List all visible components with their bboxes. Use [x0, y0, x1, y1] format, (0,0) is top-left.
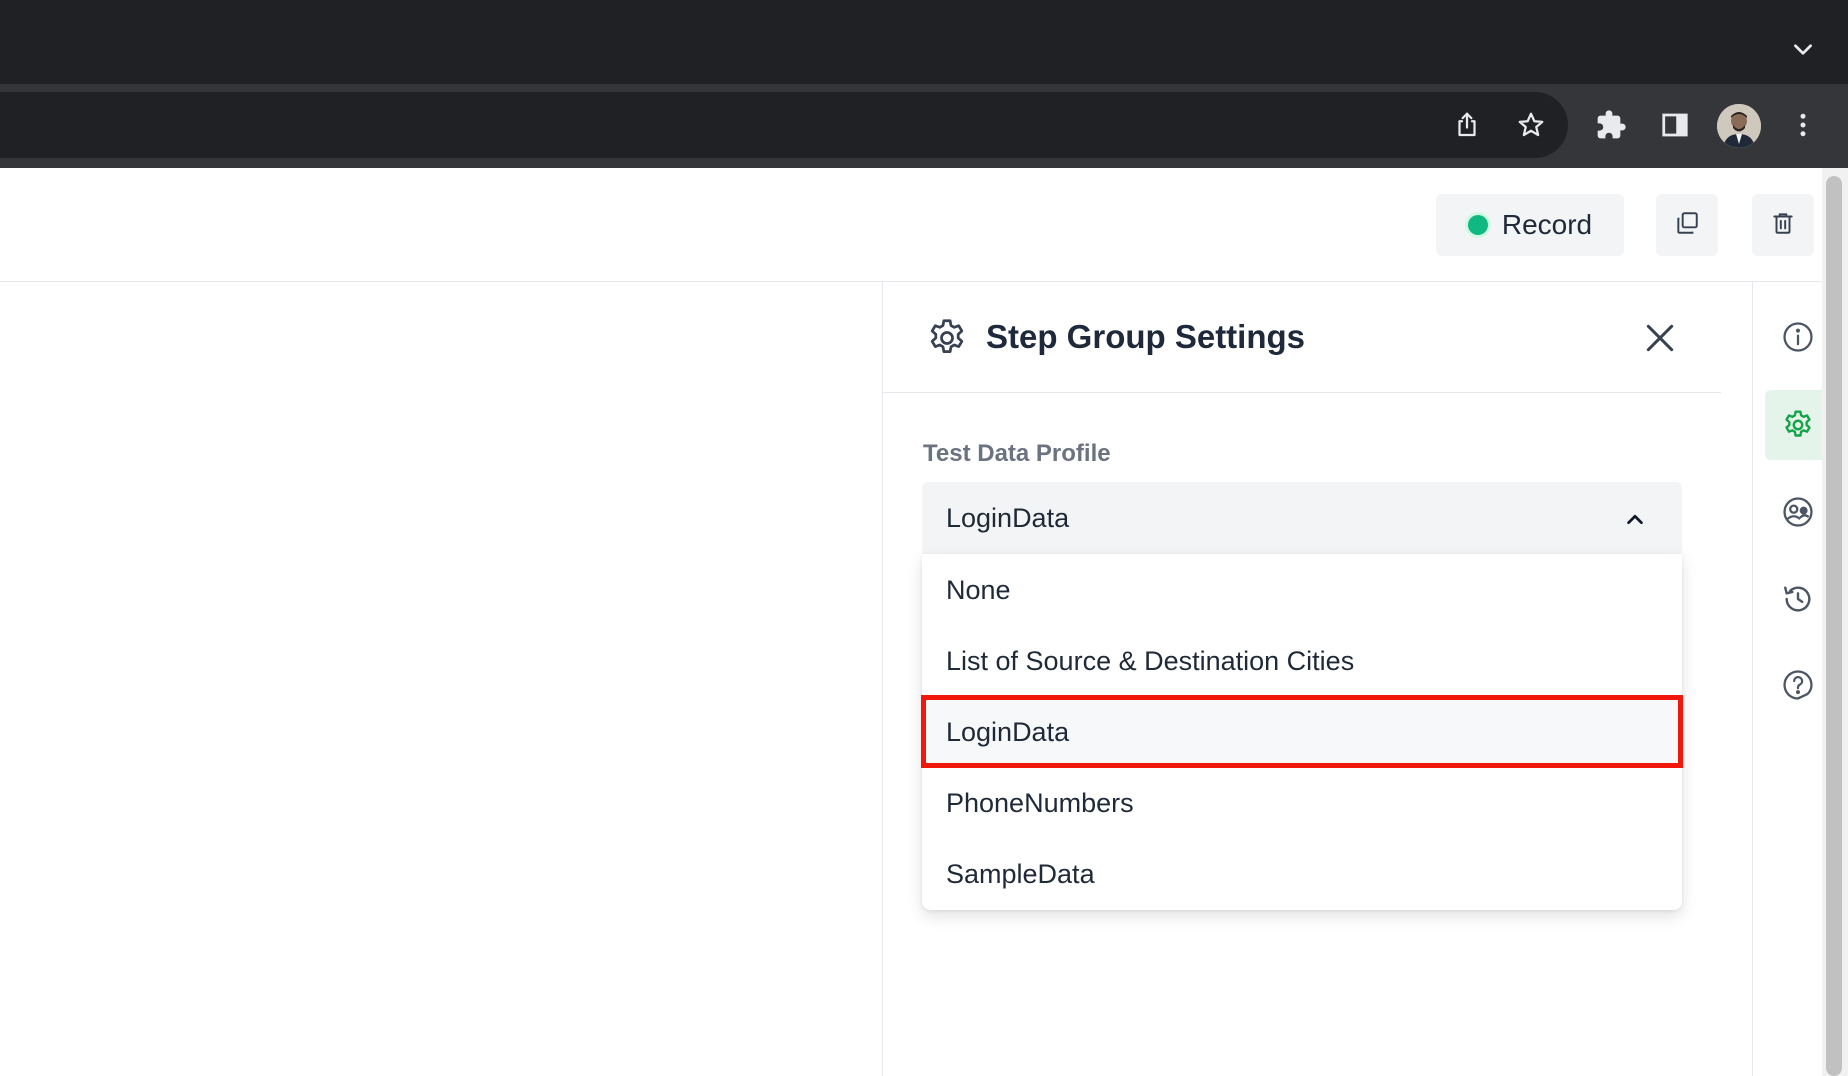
- extensions-icon[interactable]: [1594, 108, 1628, 142]
- gear-icon: [925, 316, 969, 360]
- record-button[interactable]: Record: [1436, 194, 1624, 256]
- menu-item-logindata[interactable]: LoginData: [921, 695, 1683, 768]
- close-icon[interactable]: [1640, 318, 1680, 358]
- selected-value: LoginData: [946, 503, 1070, 533]
- history-icon[interactable]: [1781, 582, 1815, 616]
- gear-icon[interactable]: [1781, 408, 1815, 442]
- test-data-profile-label: Test Data Profile: [923, 440, 1111, 467]
- trash-icon: [1770, 210, 1796, 241]
- chevron-up-icon: [1624, 508, 1646, 530]
- menu-item-phonenumbers[interactable]: PhoneNumbers: [922, 767, 1682, 838]
- copy-icon: [1674, 210, 1700, 241]
- step-group-settings-panel: Step Group Settings Test Data Profile Lo…: [883, 282, 1721, 1076]
- scrollbar-thumb[interactable]: [1826, 176, 1842, 1076]
- address-bar[interactable]: [0, 92, 1568, 158]
- copy-button[interactable]: [1656, 194, 1718, 256]
- browser-toolbar: [0, 84, 1848, 168]
- more-vert-icon[interactable]: [1786, 108, 1820, 142]
- menu-item-label: List of Source & Destination Cities: [946, 646, 1355, 676]
- menu-item-none[interactable]: None: [922, 554, 1682, 625]
- record-indicator-icon: [1467, 215, 1488, 235]
- panel-header: Step Group Settings: [883, 282, 1721, 393]
- menu-item-label: None: [946, 575, 1011, 605]
- delete-button[interactable]: [1752, 194, 1814, 256]
- right-rail: [1752, 282, 1823, 1076]
- menu-item-label: LoginData: [946, 717, 1070, 747]
- app-header: Record: [0, 168, 1822, 282]
- menu-item-label: PhoneNumbers: [946, 788, 1134, 818]
- users-icon[interactable]: [1781, 495, 1815, 529]
- menu-item-source-destination-cities[interactable]: List of Source & Destination Cities: [922, 625, 1682, 696]
- star-icon[interactable]: [1514, 108, 1548, 142]
- help-icon[interactable]: [1781, 668, 1815, 702]
- menu-item-sampledata[interactable]: SampleData: [922, 838, 1682, 909]
- menu-item-label: SampleData: [946, 859, 1095, 889]
- record-button-label: Record: [1501, 209, 1593, 240]
- test-data-profile-select[interactable]: LoginData: [922, 482, 1682, 554]
- browser-tab-strip: [0, 0, 1848, 84]
- avatar[interactable]: [1717, 104, 1761, 148]
- side-panel-icon[interactable]: [1658, 108, 1692, 142]
- share-icon[interactable]: [1450, 108, 1484, 142]
- test-data-profile-menu: None List of Source & Destination Cities…: [921, 554, 1683, 910]
- panel-title: Step Group Settings: [986, 318, 1306, 355]
- chevron-down-icon[interactable]: [1790, 36, 1816, 62]
- info-icon[interactable]: [1781, 320, 1815, 354]
